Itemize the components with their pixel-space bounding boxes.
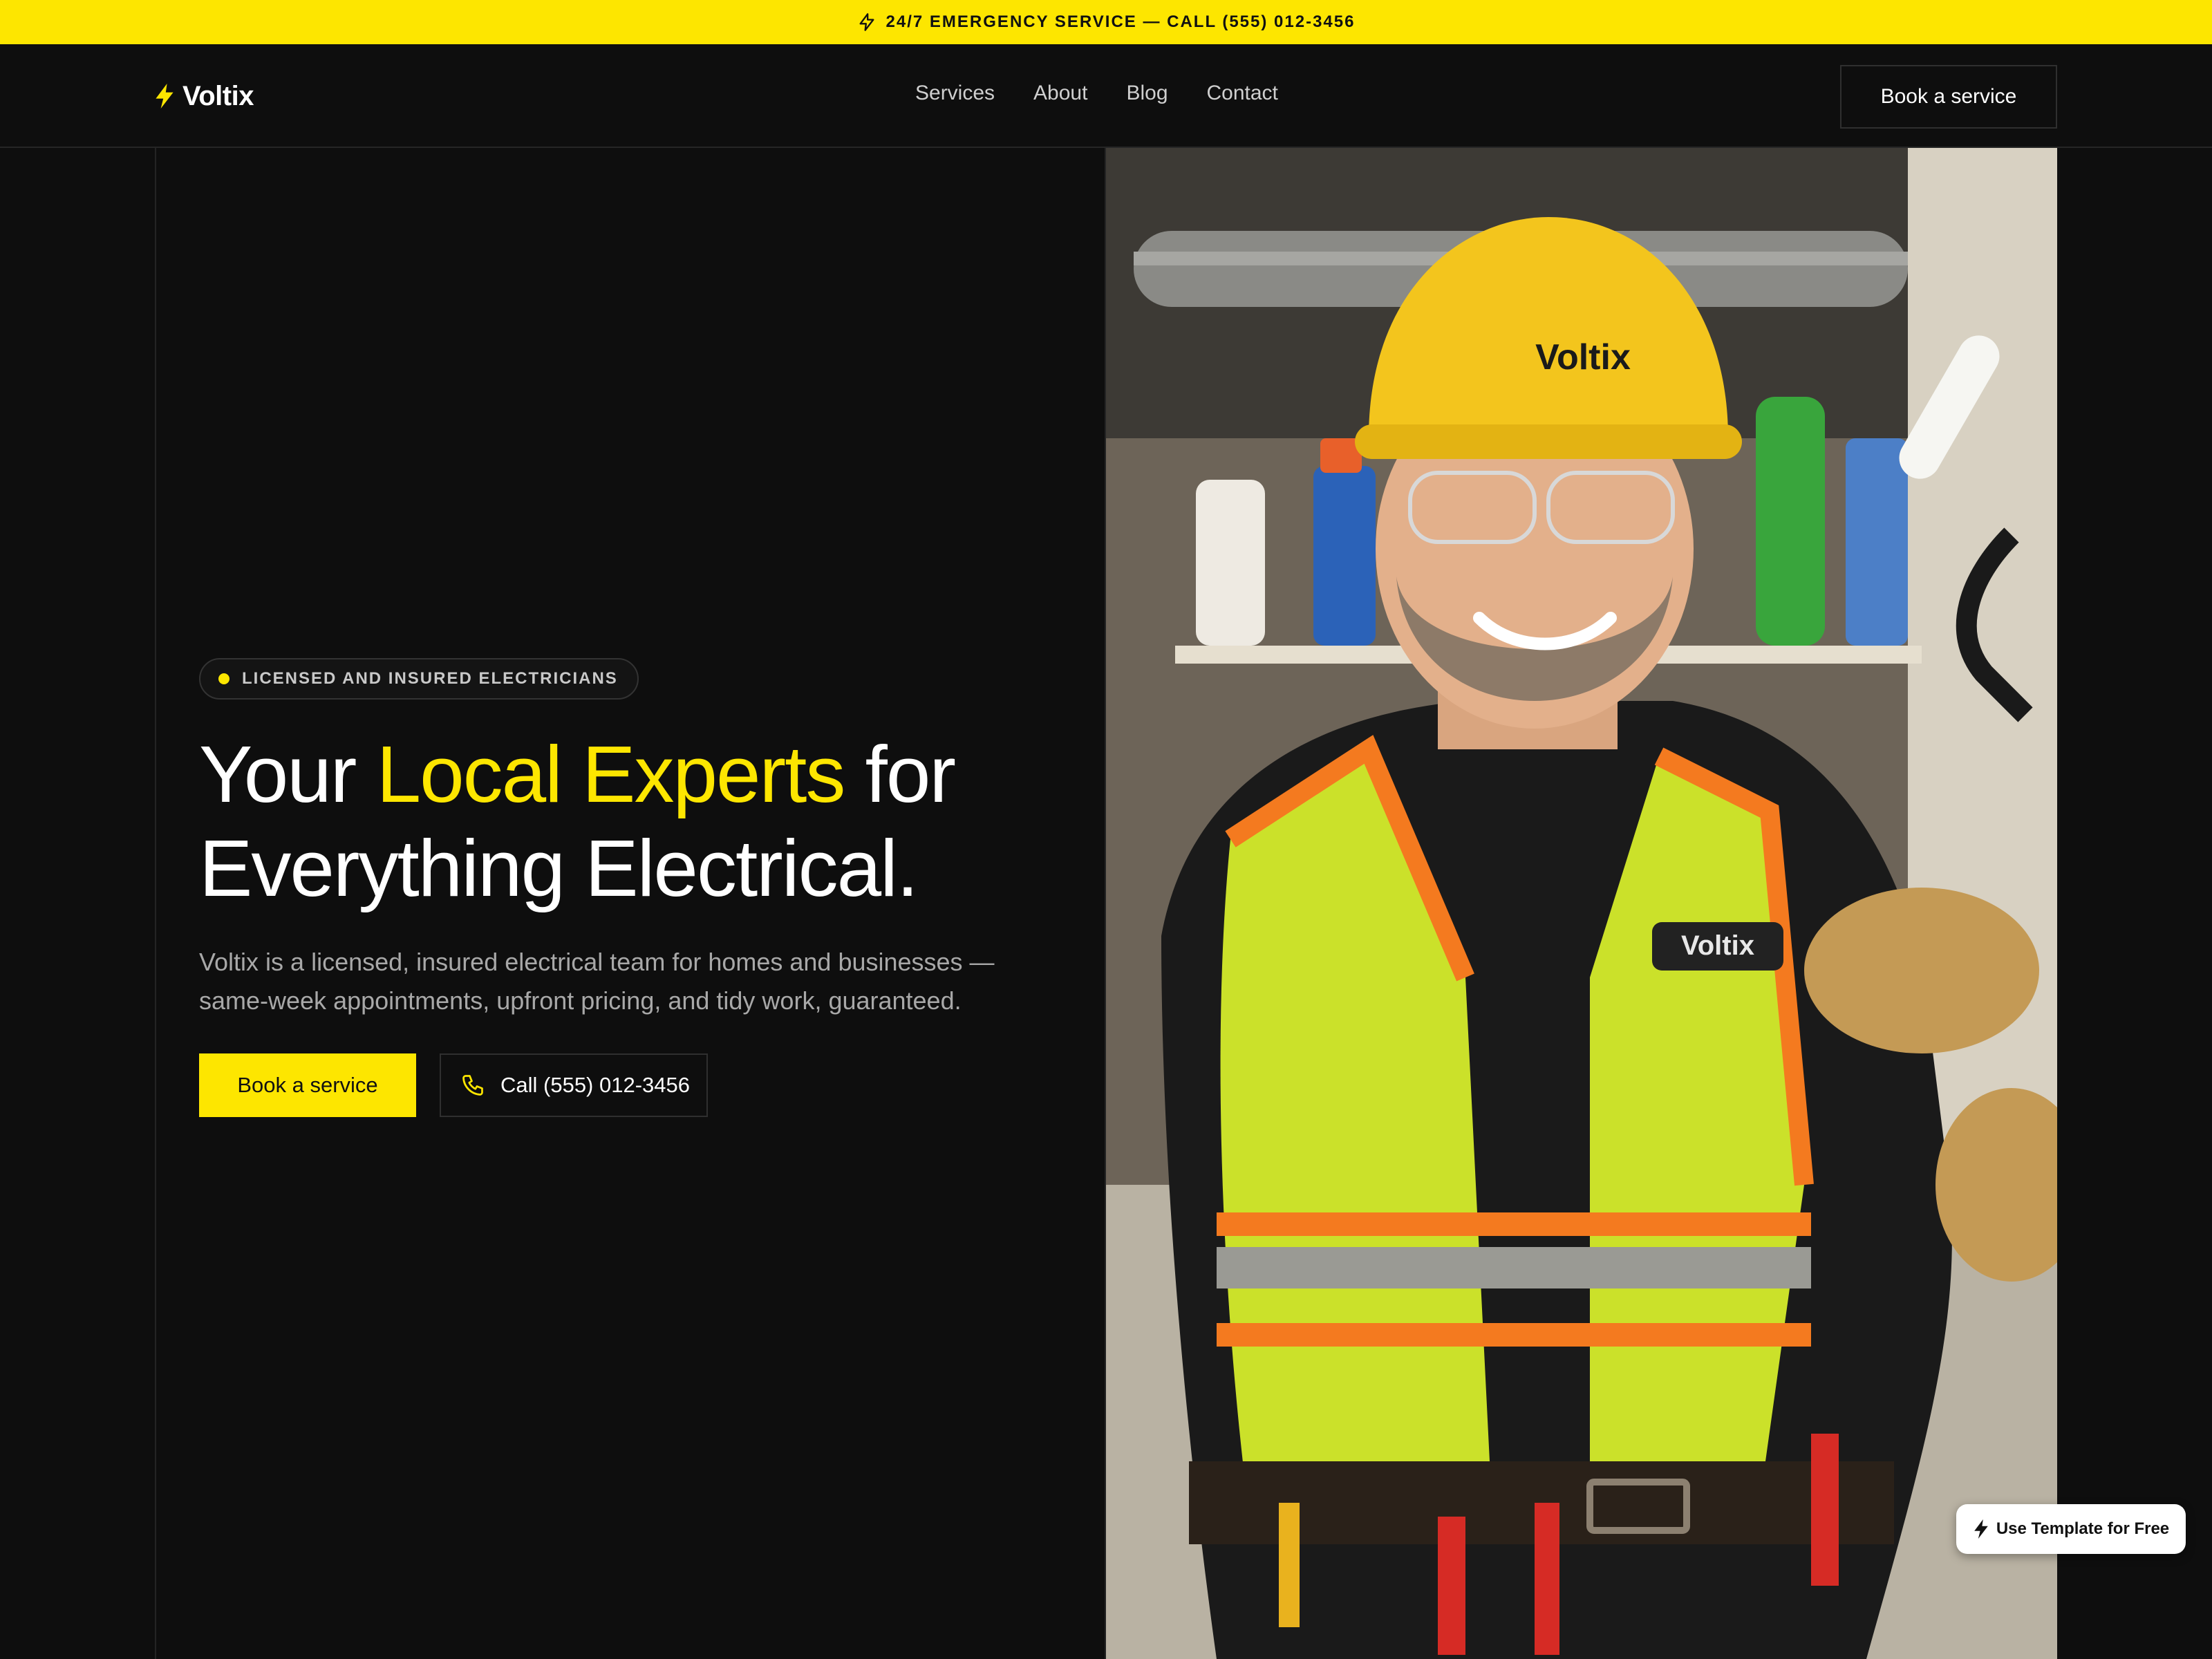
main-nav: Voltix Services About Blog Contact Book … (0, 44, 2212, 148)
hero-cta-group: Book a service Call (555) 012-3456 (199, 1053, 1098, 1117)
nav-item-contact[interactable]: Contact (1207, 82, 1278, 105)
call-button-label: Call (555) 012-3456 (500, 1073, 691, 1097)
bolt-icon (859, 13, 874, 31)
nav-item-blog[interactable]: Blog (1126, 82, 1168, 105)
hero-subtitle: Voltix is a licensed, insured electrical… (199, 948, 995, 1015)
hero-photo: Voltix Voltix (1106, 148, 2057, 1659)
headline-pre: Your (199, 729, 377, 819)
nav-item-about[interactable]: About (1033, 82, 1087, 105)
headline-highlight: Local Experts (376, 729, 846, 819)
brand-name: Voltix (182, 80, 254, 111)
bolt-icon (1974, 1519, 1988, 1539)
nav-book-service-button[interactable]: Book a service (1840, 65, 2057, 129)
helmet-logo: Voltix (1535, 337, 1631, 377)
announcement-text: 24/7 EMERGENCY SERVICE — CALL (555) 012-… (885, 12, 1356, 31)
headline-line2: Everything Electrical. (199, 823, 919, 913)
nav-menu: Services About Blog Contact (915, 82, 1278, 105)
hero-book-service-button[interactable]: Book a service (199, 1053, 416, 1117)
announcement-bar: 24/7 EMERGENCY SERVICE — CALL (555) 012-… (0, 0, 2212, 44)
grid-line-left (155, 148, 156, 1659)
status-dot-icon (218, 673, 229, 684)
hero-call-button[interactable]: Call (555) 012-3456 (440, 1053, 709, 1117)
use-template-label: Use Template for Free (1996, 1519, 2170, 1538)
vest-patch-logo: Voltix (1681, 930, 1754, 961)
hero-headline: Your Local Experts for Everything Electr… (199, 727, 1098, 915)
badge-text: LICENSED AND INSURED ELECTRICIANS (242, 669, 618, 688)
electrician-illustration: Voltix Voltix (1106, 148, 2057, 1659)
phone-icon (462, 1075, 483, 1096)
hero-content: LICENSED AND INSURED ELECTRICIANS Your L… (199, 658, 1098, 1117)
headline-mid: for (844, 729, 956, 819)
brand-logo[interactable]: Voltix (155, 79, 254, 113)
nav-item-services[interactable]: Services (915, 82, 995, 105)
license-badge: LICENSED AND INSURED ELECTRICIANS (199, 658, 639, 700)
bolt-logo-icon (156, 84, 174, 109)
use-template-button[interactable]: Use Template for Free (1956, 1504, 2186, 1554)
